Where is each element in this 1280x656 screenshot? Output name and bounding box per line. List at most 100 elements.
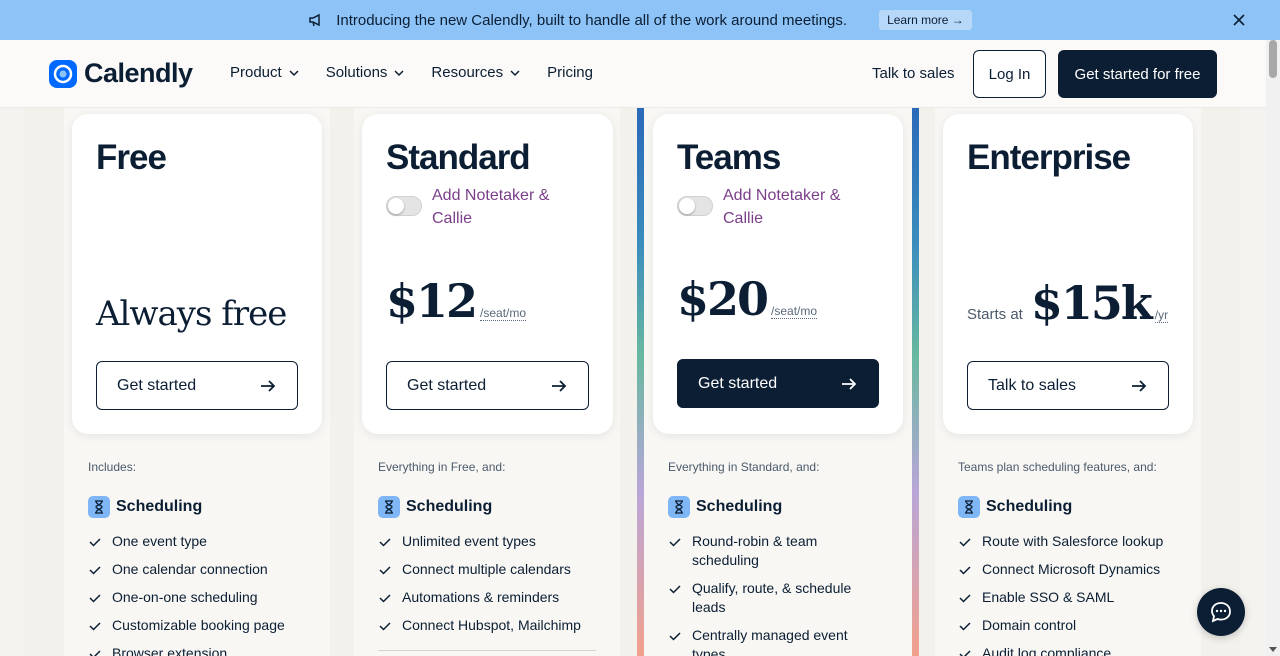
- scrollbar-thumb[interactable]: [1269, 40, 1277, 78]
- check-icon: [89, 538, 101, 547]
- feature-item: One-on-one scheduling: [88, 588, 318, 607]
- plan-card-standard: Standard Add Notetaker & Callie $12 /sea…: [362, 114, 613, 434]
- notetaker-toggle-row: Add Notetaker & Callie: [386, 184, 562, 230]
- feature-label: Centrally managed event types: [692, 627, 848, 656]
- chat-icon: [1211, 602, 1231, 623]
- feature-item: Round-robin & team scheduling: [668, 532, 868, 570]
- login-button[interactable]: Log In: [973, 50, 1046, 98]
- feature-label: Browser extension: [112, 645, 228, 656]
- check-icon: [669, 632, 681, 641]
- notetaker-toggle[interactable]: [677, 196, 713, 216]
- price-unit[interactable]: /seat/mo: [771, 304, 818, 319]
- price-unit[interactable]: /yr: [1154, 308, 1169, 323]
- feature-label: Round-robin & team scheduling: [692, 533, 818, 568]
- megaphone-icon: [309, 13, 320, 27]
- close-icon[interactable]: [1230, 11, 1248, 29]
- check-icon: [959, 538, 971, 547]
- nav-resources-label: Resources: [431, 64, 504, 81]
- hourglass-icon: [88, 496, 110, 518]
- nav-product[interactable]: Product: [230, 64, 300, 81]
- talk-to-sales-link[interactable]: Talk to sales: [872, 65, 955, 82]
- check-icon: [669, 538, 681, 547]
- feature-list-free: One event type One calendar connection One…: [88, 532, 318, 656]
- notetaker-toggle[interactable]: [386, 196, 422, 216]
- feature-item: Domain control: [958, 616, 1188, 635]
- arrow-right-icon: [552, 379, 567, 392]
- plan-name: Standard: [386, 138, 531, 177]
- feature-item: One event type: [88, 532, 318, 551]
- get-started-button[interactable]: Get started: [677, 359, 879, 408]
- feature-label: Connect multiple calendars: [402, 561, 571, 577]
- check-icon: [379, 538, 391, 547]
- cta-label: Get started: [698, 374, 778, 392]
- divider: [378, 650, 596, 651]
- check-icon: [379, 566, 391, 575]
- feature-list-standard: Unlimited event types Connect multiple ca…: [378, 532, 608, 644]
- cta-label: Talk to sales: [988, 376, 1077, 394]
- price-unit[interactable]: /seat/mo: [480, 306, 527, 321]
- toggle-knob: [679, 198, 695, 214]
- feature-list-teams: Round-robin & team scheduling Qualify, ro…: [668, 532, 868, 656]
- page-scrollbar[interactable]: [1266, 40, 1280, 656]
- includes-label: Teams plan scheduling features, and:: [958, 460, 1157, 474]
- hourglass-icon: [958, 496, 980, 518]
- logo[interactable]: Calendly: [48, 58, 193, 89]
- feature-section-heading: Scheduling: [378, 496, 492, 518]
- check-icon: [959, 622, 971, 631]
- feature-item: Centrally managed event types: [668, 626, 868, 656]
- scroll-down-arrow[interactable]: [1269, 647, 1277, 652]
- cta-label: Get started: [117, 376, 197, 394]
- notetaker-toggle-row: Add Notetaker & Callie: [677, 184, 853, 230]
- plan-price: $12: [386, 274, 478, 328]
- announcement-text: Introducing the new Calendly, built to h…: [336, 11, 848, 29]
- plan-price: $20: [677, 272, 769, 326]
- feature-item: Connect Microsoft Dynamics: [958, 560, 1188, 579]
- nav-pricing-label: Pricing: [547, 64, 593, 81]
- plan-price-text: Always free: [96, 294, 287, 334]
- feature-item: Route with Salesforce lookup: [958, 532, 1188, 551]
- hourglass-icon: [668, 496, 690, 518]
- feature-label: Connect Hubspot, Mailchimp: [402, 617, 581, 633]
- get-started-free-button[interactable]: Get started for free: [1058, 50, 1217, 98]
- check-icon: [89, 594, 101, 603]
- check-icon: [959, 650, 971, 656]
- feature-section-label: Scheduling: [696, 498, 783, 515]
- starts-at-label: Starts at: [967, 306, 1023, 323]
- plan-card-teams: Teams Add Notetaker & Callie $20 /seat/m…: [653, 114, 903, 434]
- nav-resources[interactable]: Resources: [431, 64, 521, 81]
- arrow-right-icon: [261, 379, 276, 392]
- feature-label: Domain control: [982, 617, 1077, 633]
- arrow-right-icon: [842, 377, 857, 390]
- feature-item: Unlimited event types: [378, 532, 608, 551]
- cta-label: Get started: [407, 376, 487, 394]
- price-row: $12 /seat/mo: [386, 274, 527, 328]
- calendly-logo-icon: [49, 59, 77, 88]
- learn-more-button[interactable]: Learn more →: [879, 10, 972, 30]
- feature-item: Qualify, route, & schedule leads: [668, 579, 868, 617]
- check-icon: [379, 622, 391, 631]
- check-icon: [379, 594, 391, 603]
- check-icon: [89, 650, 101, 656]
- feature-item: Browser extension: [88, 644, 318, 656]
- includes-label: Everything in Standard, and:: [668, 460, 820, 474]
- feature-item: Connect Hubspot, Mailchimp: [378, 616, 608, 635]
- chat-button[interactable]: [1197, 588, 1245, 636]
- talk-to-sales-button[interactable]: Talk to sales: [967, 361, 1169, 410]
- toggle-label: Add Notetaker & Callie: [723, 187, 841, 227]
- feature-label: One calendar connection: [112, 561, 268, 577]
- chevron-down-icon: [289, 69, 299, 76]
- chevron-down-icon: [510, 69, 520, 76]
- feature-label: Connect Microsoft Dynamics: [982, 561, 1161, 577]
- toggle-label: Add Notetaker & Callie: [432, 187, 550, 227]
- nav-product-label: Product: [230, 64, 282, 81]
- get-started-button[interactable]: Get started: [96, 361, 298, 410]
- includes-label: Everything in Free, and:: [378, 460, 506, 474]
- nav-pricing[interactable]: Pricing: [547, 64, 593, 81]
- plan-name: Teams: [677, 138, 781, 177]
- site-header: Calendly Product Solutions Resources Pri…: [0, 40, 1266, 108]
- nav-solutions-label: Solutions: [325, 64, 388, 81]
- feature-section-heading: Scheduling: [668, 496, 782, 518]
- logo-text: Calendly: [84, 58, 193, 88]
- get-started-button[interactable]: Get started: [386, 361, 589, 410]
- nav-solutions[interactable]: Solutions: [326, 64, 406, 81]
